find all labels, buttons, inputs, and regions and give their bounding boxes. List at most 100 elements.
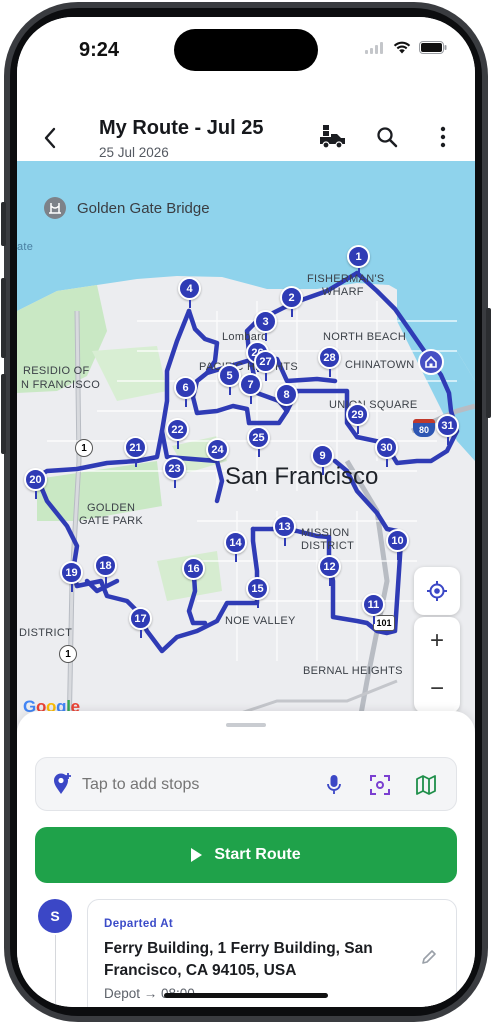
stop-marker-19[interactable]: 19 bbox=[60, 561, 83, 592]
stop-marker-10[interactable]: 10 bbox=[386, 529, 409, 560]
bottom-sheet: Start Route S Departed At Ferry Building… bbox=[17, 711, 475, 1007]
app-header: My Route - Jul 25 25 Jul 2026 bbox=[17, 77, 475, 161]
map-view-button[interactable] bbox=[412, 771, 440, 799]
map-label-chinatown: CHINATOWN bbox=[345, 359, 415, 371]
stop-marker-14[interactable]: 14 bbox=[224, 531, 247, 562]
map-label-mission-district-1: MISSION bbox=[301, 527, 350, 539]
back-button[interactable] bbox=[35, 123, 65, 153]
stop-marker-11[interactable]: 11 bbox=[362, 593, 385, 624]
route-date: 25 Jul 2026 bbox=[99, 145, 169, 160]
depot-marker[interactable] bbox=[418, 349, 444, 375]
zoom-in-button[interactable]: + bbox=[414, 617, 460, 665]
map-label-fishermans-wharf-2: WHARF bbox=[322, 286, 364, 298]
my-location-button[interactable] bbox=[414, 567, 460, 615]
map-label-fishermans-wharf-1: FISHERMAN'S bbox=[307, 273, 385, 285]
mute-switch bbox=[1, 202, 6, 246]
stop-marker-15[interactable]: 15 bbox=[246, 577, 269, 608]
stop-marker-5[interactable]: 5 bbox=[218, 364, 241, 395]
stop-status: Departed At bbox=[104, 918, 174, 930]
sheet-grabber[interactable] bbox=[226, 723, 266, 727]
stop-marker-18[interactable]: 18 bbox=[94, 554, 117, 585]
stop-marker-9[interactable]: 9 bbox=[311, 444, 334, 475]
map-label-noe-valley: NOE VALLEY bbox=[225, 615, 296, 627]
highway-1-shield-south: 1 bbox=[59, 645, 77, 663]
depot-stop-card[interactable]: Departed At Ferry Building, 1 Ferry Buil… bbox=[87, 899, 457, 1007]
map-icon bbox=[416, 775, 436, 795]
edit-stop-button[interactable] bbox=[420, 948, 442, 970]
stop-marker-7[interactable]: 7 bbox=[239, 373, 262, 404]
voice-input-button[interactable] bbox=[320, 771, 348, 799]
stop-marker-12[interactable]: 12 bbox=[318, 555, 341, 586]
battery-icon bbox=[419, 41, 447, 54]
stop-marker-1[interactable]: 1 bbox=[347, 245, 370, 276]
map-label-pacific-heights: PACIFIC HEIGHTS bbox=[199, 361, 299, 373]
wifi-icon bbox=[393, 41, 411, 54]
start-route-label: Start Route bbox=[214, 846, 301, 863]
search-icon bbox=[377, 127, 398, 148]
map-label-union-square: UNION SQUARE bbox=[329, 399, 418, 411]
stop-marker-31[interactable]: 31 bbox=[436, 414, 459, 445]
stop-marker-16[interactable]: 16 bbox=[182, 557, 205, 588]
stop-marker-2[interactable]: 2 bbox=[280, 286, 303, 317]
stop-marker-4[interactable]: 4 bbox=[178, 277, 201, 308]
map-label-golden-gate-park-2: GATE PARK bbox=[79, 515, 144, 527]
home-icon bbox=[425, 355, 437, 368]
map-label-presidio-1: RESIDIO OF bbox=[23, 365, 90, 377]
status-bar: 9:24 bbox=[17, 17, 475, 77]
dynamic-island bbox=[174, 29, 318, 71]
map-label-san-francisco: San Francisco bbox=[225, 463, 379, 490]
status-icons bbox=[365, 41, 447, 54]
signal-icon bbox=[365, 41, 383, 54]
stop-marker-29[interactable]: 29 bbox=[346, 403, 369, 434]
status-time: 9:24 bbox=[79, 39, 120, 61]
microphone-icon bbox=[327, 775, 341, 794]
stop-marker-23[interactable]: 23 bbox=[163, 457, 186, 488]
stop-marker-24[interactable]: 24 bbox=[206, 438, 229, 469]
start-stop-badge: S bbox=[38, 899, 72, 933]
stop-address: Ferry Building, 1 Ferry Building, San Fr… bbox=[104, 940, 373, 979]
zoom-controls: + − bbox=[414, 617, 460, 713]
map-label-water: ate bbox=[17, 241, 34, 253]
more-button[interactable] bbox=[427, 121, 459, 153]
vehicle-loading-button[interactable] bbox=[317, 121, 349, 153]
play-icon bbox=[191, 848, 203, 862]
more-vertical-icon bbox=[440, 126, 446, 148]
stop-marker-21[interactable]: 21 bbox=[124, 436, 147, 467]
stop-marker-25[interactable]: 25 bbox=[247, 426, 270, 457]
back-icon bbox=[44, 127, 56, 149]
my-location-control[interactable] bbox=[414, 567, 460, 615]
start-route-button[interactable]: Start Route bbox=[35, 827, 457, 883]
power-button bbox=[486, 308, 491, 418]
screen: 9:24 My Route - Jul 25 25 Jul 2026 Golde… bbox=[17, 17, 475, 1007]
search-button[interactable] bbox=[371, 121, 403, 153]
my-location-icon bbox=[427, 581, 447, 601]
stop-marker-30[interactable]: 30 bbox=[375, 436, 398, 467]
home-indicator[interactable] bbox=[164, 993, 328, 998]
map-label-golden-gate-bridge: Golden Gate Bridge bbox=[77, 200, 210, 217]
zoom-out-button[interactable]: − bbox=[414, 665, 460, 713]
volume-up-button bbox=[1, 278, 6, 358]
stop-marker-13[interactable]: 13 bbox=[273, 515, 296, 546]
add-stops-bar[interactable] bbox=[35, 757, 457, 811]
stop-marker-6[interactable]: 6 bbox=[174, 376, 197, 407]
stop-marker-3[interactable]: 3 bbox=[254, 310, 277, 341]
map-label-north-beach: NORTH BEACH bbox=[323, 331, 407, 343]
scan-button[interactable] bbox=[366, 771, 394, 799]
stop-marker-27[interactable]: 27 bbox=[254, 350, 277, 381]
highway-1-shield: 1 bbox=[75, 439, 93, 457]
highway-101-shield: 101 bbox=[373, 615, 395, 631]
map-label-golden-gate-park-1: GOLDEN bbox=[87, 502, 136, 514]
stop-marker-8[interactable]: 8 bbox=[275, 383, 298, 414]
add-stops-input[interactable] bbox=[82, 772, 302, 798]
stop-marker-17[interactable]: 17 bbox=[129, 607, 152, 638]
stop-marker-22[interactable]: 22 bbox=[166, 418, 189, 449]
map-label-mission-district-2: DISTRICT bbox=[301, 540, 355, 552]
scan-icon bbox=[370, 775, 390, 795]
stop-marker-28[interactable]: 28 bbox=[318, 346, 341, 377]
route-map[interactable]: Golden Gate Bridge ate FISHERMAN'S WHARF… bbox=[17, 161, 475, 736]
interstate-80-shield: 80 bbox=[413, 419, 435, 437]
map-label-bernal-heights: BERNAL HEIGHTS bbox=[303, 665, 403, 677]
map-label-district: DISTRICT bbox=[19, 627, 73, 639]
timeline-line bbox=[55, 935, 56, 1007]
stop-marker-20[interactable]: 20 bbox=[24, 468, 47, 499]
